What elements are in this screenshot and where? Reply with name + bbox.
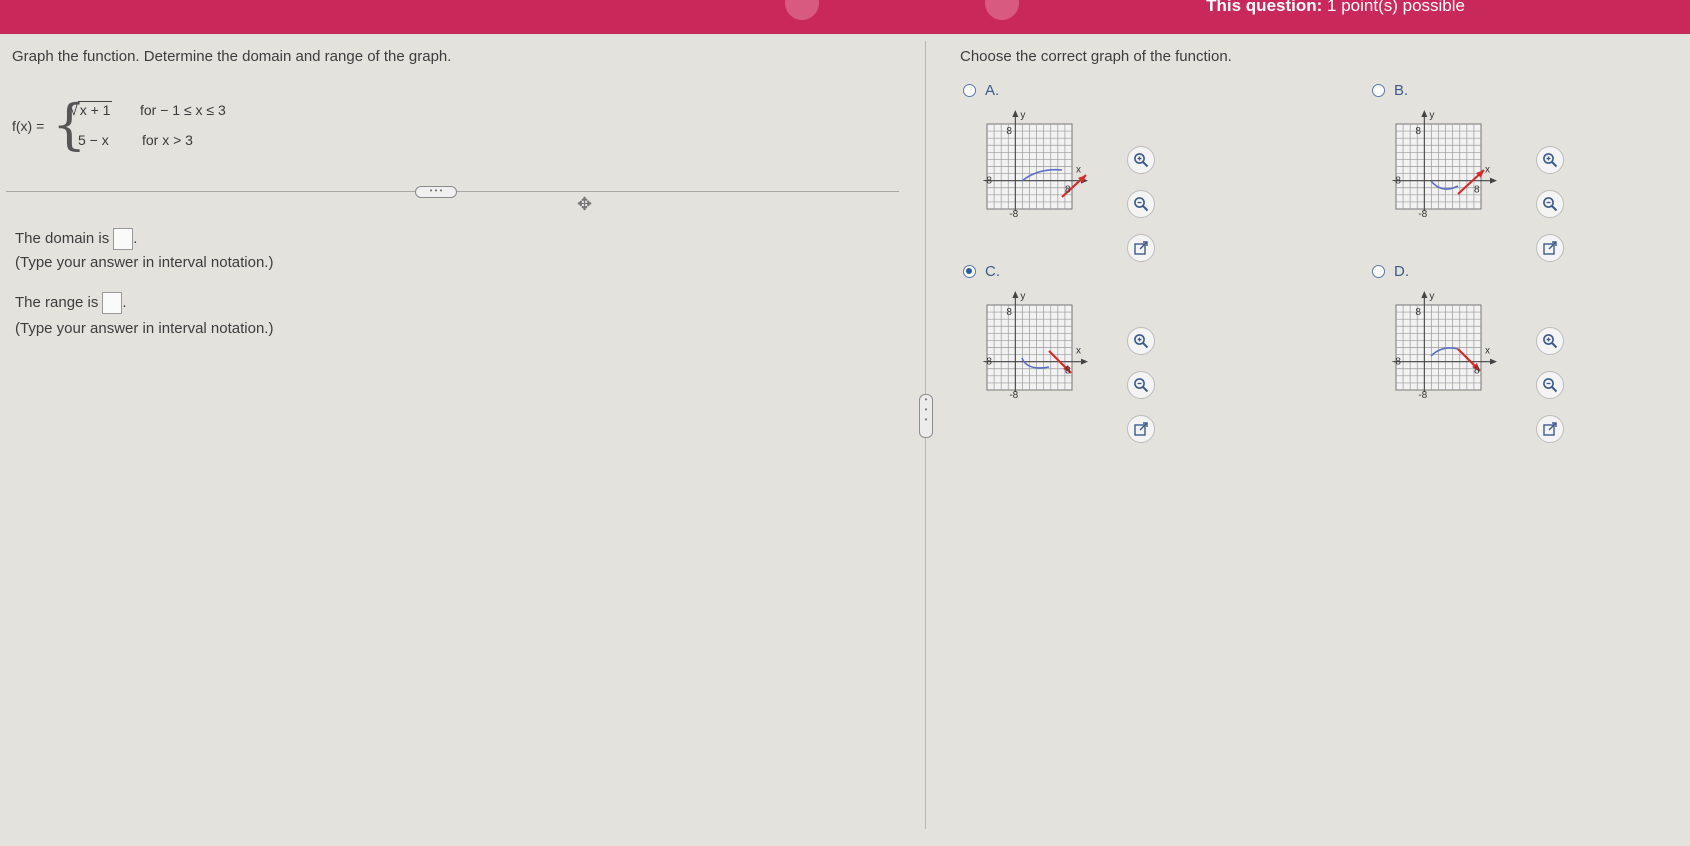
header-bar: This question: 1 point(s) possible: [0, 0, 1690, 34]
zoom-out-icon[interactable]: [1127, 190, 1155, 218]
y-axis-arrow: [1421, 291, 1428, 298]
nav-dot[interactable]: [785, 0, 819, 20]
domain-hint: (Type your answer in interval notation.): [15, 254, 274, 271]
option-a[interactable]: A. y x 8 -8 -8 8: [963, 80, 1193, 262]
y-tick-label: -8: [1009, 209, 1018, 220]
y-tick-label: 8: [1006, 307, 1012, 318]
domain-line: The domain is.: [15, 228, 137, 250]
option-a-graph: yx8-8-88: [983, 110, 1088, 220]
option-d-graph: yx8-8-88: [1392, 291, 1497, 401]
y-axis-arrow: [1421, 110, 1428, 117]
x-tick-label: 8: [1065, 185, 1071, 196]
x-axis-arrow: [1490, 358, 1497, 365]
x-tick-label: 8: [1065, 366, 1071, 377]
sqrt-radicand: x + 1: [77, 101, 113, 118]
y-tick-label: -8: [1418, 390, 1427, 401]
domain-label: The domain is: [15, 229, 110, 247]
option-c-graph: yx8-8-88: [983, 291, 1088, 401]
case1-expression: √ x + 1: [70, 101, 113, 118]
x-axis-label: x: [1485, 346, 1490, 357]
question-points-value: 1 point(s) possible: [1327, 0, 1465, 15]
range-line: The range is.: [15, 292, 127, 314]
zoom-out-icon[interactable]: [1536, 190, 1564, 218]
option-b-label: B.: [1394, 82, 1409, 99]
open-external-icon[interactable]: [1536, 415, 1564, 443]
option-c[interactable]: C. y x 8 -8 -8 8: [963, 261, 1193, 443]
option-d-label: D.: [1394, 263, 1409, 280]
x-axis-label: x: [1076, 346, 1081, 357]
y-tick-label: 8: [1006, 126, 1012, 137]
expand-button[interactable]: • • •: [415, 186, 457, 198]
y-axis-label: y: [1429, 291, 1434, 302]
range-input[interactable]: [102, 292, 123, 314]
y-tick-label: -8: [1009, 390, 1018, 401]
y-axis-label: y: [1020, 110, 1025, 121]
x-tick-label: -8: [983, 357, 992, 368]
open-external-icon[interactable]: [1127, 234, 1155, 262]
case2-expression: 5 − x: [78, 132, 109, 148]
choices-instruction: Choose the correct graph of the function…: [960, 48, 1232, 65]
option-d[interactable]: D. y x 8 -8 -8 8: [1372, 261, 1602, 443]
option-a-label: A.: [985, 82, 1000, 99]
option-c-label: C.: [985, 263, 1000, 280]
piecewise-function: f(x) = { √ x + 1 for − 1 ≤ x ≤ 3 5 − x fo…: [12, 94, 272, 164]
range-label: The range is: [15, 293, 99, 311]
zoom-in-icon[interactable]: [1536, 327, 1564, 355]
option-b-graph: yx8-8-88: [1392, 110, 1497, 220]
y-axis-label: y: [1429, 110, 1434, 121]
x-axis-arrow: [1081, 358, 1088, 365]
question-points-label: This question:: [1206, 0, 1323, 15]
option-c-radio[interactable]: [963, 265, 976, 278]
case1-condition: for − 1 ≤ x ≤ 3: [140, 102, 226, 118]
zoom-in-icon[interactable]: [1536, 146, 1564, 174]
x-axis-label: x: [1485, 165, 1490, 176]
zoom-in-icon[interactable]: [1127, 327, 1155, 355]
y-axis-arrow: [1012, 291, 1019, 298]
right-pane: Choose the correct graph of the function…: [935, 36, 1690, 836]
zoom-in-icon[interactable]: [1127, 146, 1155, 174]
x-tick-label: 8: [1474, 185, 1480, 196]
case2-condition: for x > 3: [142, 132, 193, 148]
option-d-radio[interactable]: [1372, 265, 1385, 278]
domain-input[interactable]: [113, 228, 134, 250]
move-icon[interactable]: ✥: [577, 194, 592, 215]
open-external-icon[interactable]: [1536, 234, 1564, 262]
option-b-radio[interactable]: [1372, 84, 1385, 97]
nav-dot[interactable]: [985, 0, 1019, 20]
x-tick-label: 8: [1474, 366, 1480, 377]
zoom-out-icon[interactable]: [1127, 371, 1155, 399]
question-points: This question: 1 point(s) possible: [1206, 0, 1465, 16]
y-axis-arrow: [1012, 110, 1019, 117]
option-a-radio[interactable]: [963, 84, 976, 97]
x-axis-arrow: [1490, 177, 1497, 184]
question-content: Graph the function. Determine the domain…: [0, 36, 1690, 846]
y-tick-label: 8: [1415, 126, 1421, 137]
x-tick-label: -8: [1392, 176, 1401, 187]
zoom-out-icon[interactable]: [1536, 371, 1564, 399]
open-external-icon[interactable]: [1127, 415, 1155, 443]
x-tick-label: -8: [1392, 357, 1401, 368]
x-axis-label: x: [1076, 165, 1081, 176]
range-hint: (Type your answer in interval notation.): [15, 320, 274, 337]
y-tick-label: 8: [1415, 307, 1421, 318]
y-tick-label: -8: [1418, 209, 1427, 220]
question-instruction: Graph the function. Determine the domain…: [12, 48, 452, 65]
pane-resize-handle[interactable]: • • •: [919, 394, 933, 438]
y-axis-label: y: [1020, 291, 1025, 302]
left-pane: Graph the function. Determine the domain…: [0, 36, 920, 836]
x-tick-label: -8: [983, 176, 992, 187]
function-name: f(x) =: [12, 118, 45, 134]
option-b[interactable]: B. y x 8 -8 -8 8: [1372, 80, 1602, 262]
